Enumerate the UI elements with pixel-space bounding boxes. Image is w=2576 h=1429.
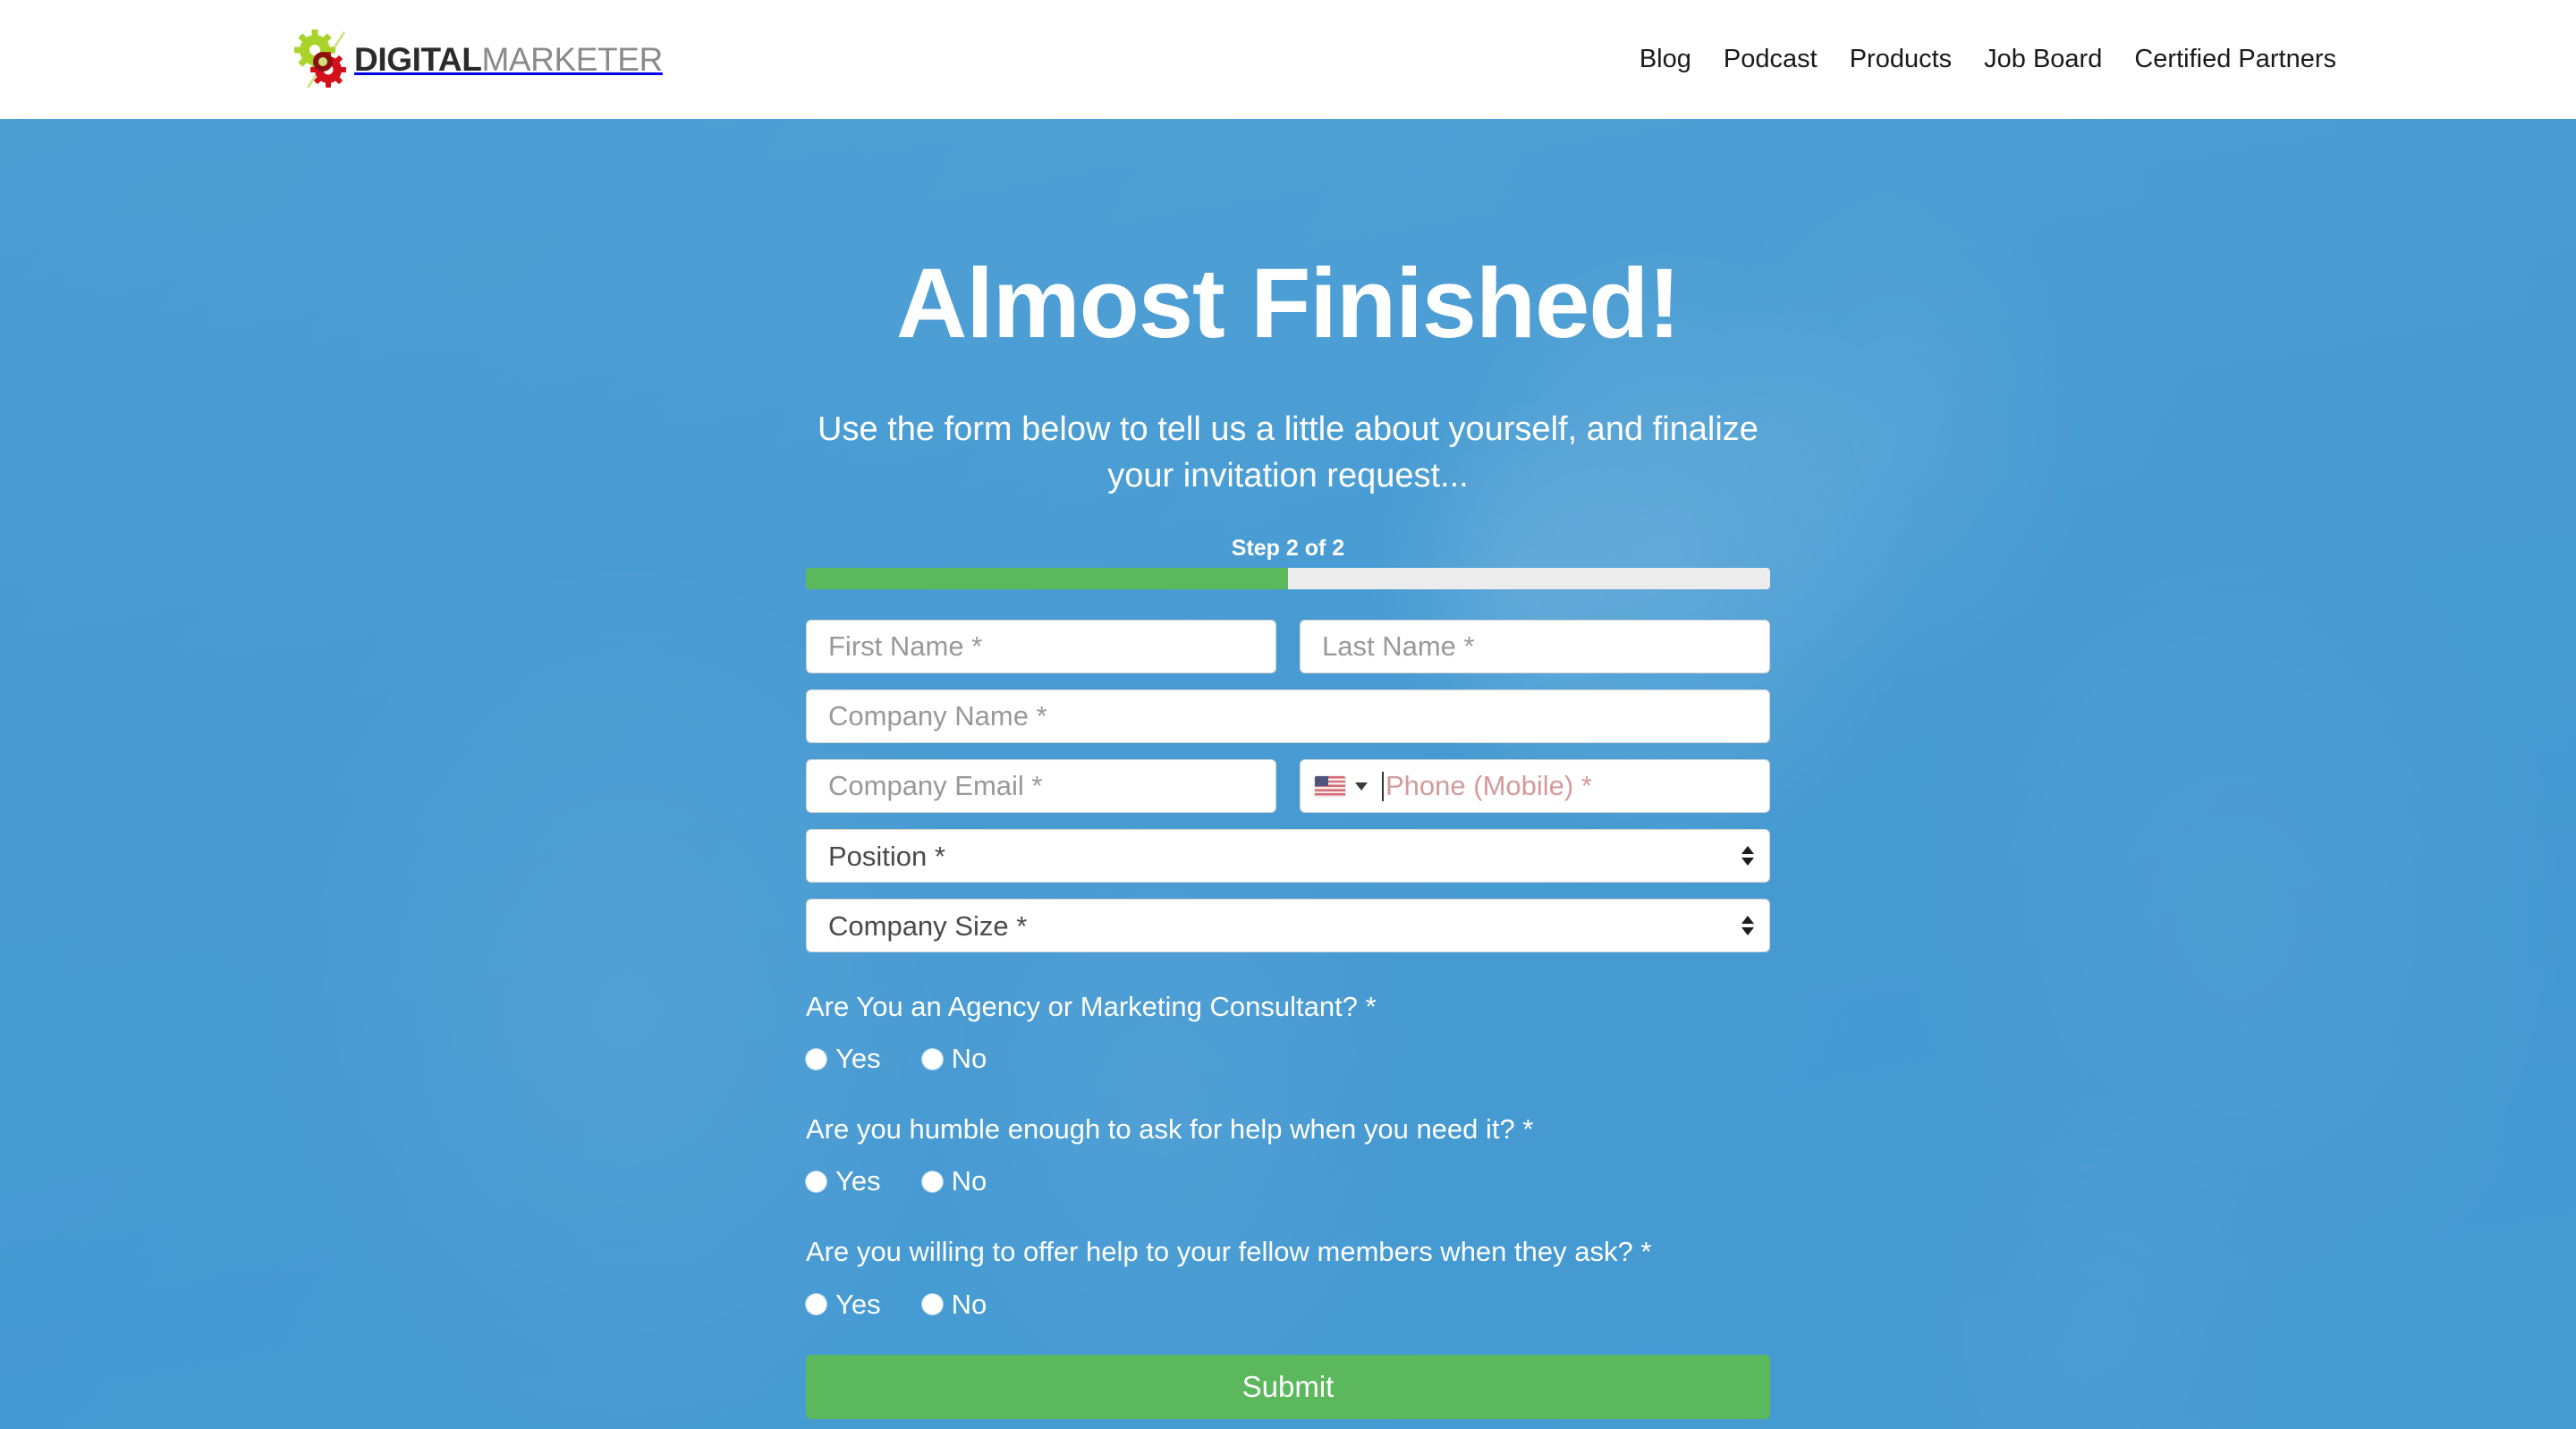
- radio-option-yes[interactable]: Yes: [806, 1289, 881, 1321]
- name-row: [806, 620, 1770, 673]
- phone-input-group[interactable]: Phone (Mobile) *: [1300, 759, 1770, 813]
- position-select-wrap: Position *: [806, 829, 1770, 883]
- radio-label: Yes: [835, 1043, 881, 1075]
- radio-option-no[interactable]: No: [921, 1288, 987, 1321]
- radio-option-no[interactable]: No: [921, 1165, 987, 1197]
- question-label: Are you humble enough to ask for help wh…: [806, 1113, 1534, 1146]
- radio-label: No: [951, 1043, 987, 1075]
- radio-label: Yes: [835, 1288, 881, 1320]
- radio-label: No: [951, 1165, 987, 1197]
- logo-wordmark: DIGITALMARKETER: [354, 43, 663, 76]
- question-offer-help: Are you willing to offer help to your fe…: [806, 1235, 1770, 1320]
- radio-label: Yes: [835, 1165, 881, 1197]
- radio-group: Yes No: [806, 1043, 1770, 1075]
- radio-circle-icon[interactable]: [806, 1048, 826, 1070]
- logo-word-marketer: MARKETER: [481, 41, 663, 78]
- question-humble: Are you humble enough to ask for help wh…: [806, 1112, 1770, 1197]
- radio-circle-icon[interactable]: [921, 1048, 943, 1070]
- nav-item-podcast[interactable]: Podcast: [1724, 45, 1818, 74]
- logo-word-digital: DIGITAL: [354, 41, 482, 78]
- main-navigation: Blog Podcast Products Job Board Certifie…: [1640, 45, 2336, 74]
- company-name-input[interactable]: [806, 689, 1770, 743]
- company-size-select[interactable]: Company Size *: [806, 899, 1770, 952]
- progress-bar-fill: [806, 568, 1288, 589]
- radio-circle-icon[interactable]: [806, 1294, 826, 1315]
- progress-bar-track: [806, 568, 1770, 589]
- radio-group: Yes No: [806, 1289, 1770, 1321]
- last-name-input[interactable]: [1300, 620, 1770, 673]
- company-name-row: [806, 689, 1770, 743]
- step-indicator-label: Step 2 of 2: [1231, 536, 1345, 561]
- radio-option-yes[interactable]: Yes: [806, 1043, 881, 1075]
- hero-section: Almost Finished! Use the form below to t…: [0, 119, 2576, 1429]
- radio-option-no[interactable]: No: [921, 1043, 987, 1075]
- question-agency: Are You an Agency or Marketing Consultan…: [806, 990, 1770, 1075]
- nav-item-certified-partners[interactable]: Certified Partners: [2134, 45, 2336, 74]
- nav-item-products[interactable]: Products: [1850, 45, 1952, 74]
- text-caret: [1382, 771, 1384, 801]
- radio-group: Yes No: [806, 1165, 1770, 1197]
- us-flag-icon[interactable]: [1315, 775, 1345, 797]
- site-header: DIGITALMARKETER Blog Podcast Products Jo…: [0, 0, 2576, 119]
- contact-row: Phone (Mobile) *: [806, 759, 1770, 813]
- position-select[interactable]: Position *: [806, 829, 1770, 883]
- nav-item-blog[interactable]: Blog: [1640, 45, 1691, 74]
- question-label: Are You an Agency or Marketing Consultan…: [806, 991, 1377, 1022]
- radio-circle-icon[interactable]: [806, 1171, 826, 1192]
- phone-input-placeholder: Phone (Mobile) *: [1385, 770, 1592, 801]
- page-subtitle: Use the form below to tell us a little a…: [818, 410, 1758, 495]
- company-email-input[interactable]: [806, 759, 1276, 813]
- chevron-down-icon[interactable]: [1355, 782, 1368, 791]
- radio-circle-icon[interactable]: [921, 1171, 943, 1192]
- page-title: Almost Finished!: [895, 249, 1681, 359]
- question-label: Are you willing to offer help to your fe…: [806, 1236, 1652, 1268]
- registration-form: Phone (Mobile) * Position * Company Size…: [806, 620, 1770, 1419]
- gears-logo-icon: [293, 29, 358, 91]
- company-size-select-wrap: Company Size *: [806, 899, 1770, 952]
- site-logo[interactable]: DIGITALMARKETER: [293, 29, 663, 91]
- radio-circle-icon[interactable]: [921, 1294, 943, 1315]
- first-name-input[interactable]: [806, 620, 1276, 673]
- radio-label: No: [951, 1288, 987, 1320]
- nav-item-job-board[interactable]: Job Board: [1984, 45, 2102, 74]
- submit-button[interactable]: Submit: [806, 1354, 1770, 1419]
- radio-option-yes[interactable]: Yes: [806, 1165, 881, 1197]
